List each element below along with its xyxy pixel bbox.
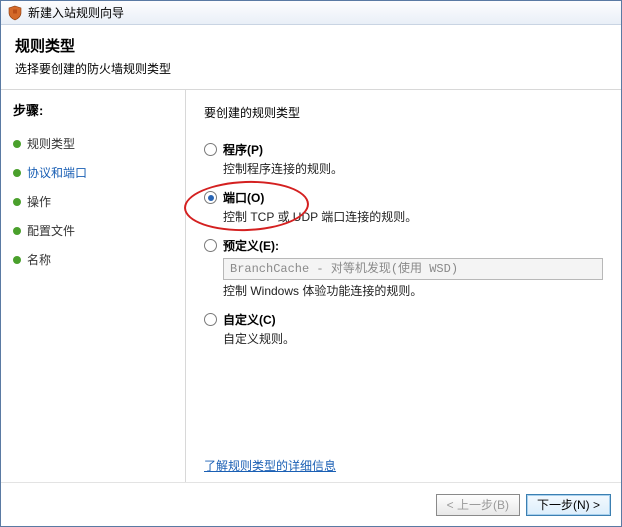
step-label: 操作 [27,193,51,210]
bullet-icon [13,169,21,177]
option-custom[interactable]: 自定义(C) 自定义规则。 [204,311,621,347]
page-title: 规则类型 [15,35,607,56]
step-label: 协议和端口 [27,164,87,181]
option-title: 预定义(E): [223,237,279,254]
bullet-icon [13,140,21,148]
radio-icon[interactable] [204,143,217,156]
option-desc: 控制 TCP 或 UDP 端口连接的规则。 [223,208,621,225]
step-profile[interactable]: 配置文件 [13,216,173,245]
window-title: 新建入站规则向导 [28,4,124,21]
wizard-window: 新建入站规则向导 规则类型 选择要创建的防火墙规则类型 步骤: 规则类型 协议和… [0,0,622,527]
option-desc: 控制 Windows 体验功能连接的规则。 [223,282,621,299]
options-group: 程序(P) 控制程序连接的规则。 端口(O) 控制 TCP 或 UDP 端口连接… [204,141,621,347]
content-panel: 要创建的规则类型 程序(P) 控制程序连接的规则。 端口(O) 控制 TCP [186,90,621,482]
body: 步骤: 规则类型 协议和端口 操作 配置文件 名称 要 [1,90,621,482]
bullet-icon [13,198,21,206]
steps-sidebar: 步骤: 规则类型 协议和端口 操作 配置文件 名称 [1,90,186,482]
step-name[interactable]: 名称 [13,245,173,274]
titlebar: 新建入站规则向导 [1,1,621,25]
page-subtitle: 选择要创建的防火墙规则类型 [15,60,607,77]
predefined-select[interactable]: BranchCache - 对等机发现(使用 WSD) [223,258,603,280]
bullet-icon [13,227,21,235]
step-label: 规则类型 [27,135,75,152]
learn-more-link[interactable]: 了解规则类型的详细信息 [204,459,336,473]
option-title: 程序(P) [223,141,263,158]
back-button[interactable]: < 上一步(B) [436,494,520,516]
option-program[interactable]: 程序(P) 控制程序连接的规则。 [204,141,621,177]
radio-icon[interactable] [204,239,217,252]
step-label: 名称 [27,251,51,268]
steps-heading: 步骤: [13,100,173,119]
step-rule-type[interactable]: 规则类型 [13,129,173,158]
step-action[interactable]: 操作 [13,187,173,216]
app-icon [7,5,23,21]
radio-icon[interactable] [204,313,217,326]
option-desc: 控制程序连接的规则。 [223,160,621,177]
option-title: 自定义(C) [223,311,276,328]
radio-icon[interactable] [204,191,217,204]
bullet-icon [13,256,21,264]
footer: < 上一步(B) 下一步(N) > [1,482,621,526]
learn-more-row: 了解规则类型的详细信息 [204,457,621,474]
option-predefined[interactable]: 预定义(E): BranchCache - 对等机发现(使用 WSD) 控制 W… [204,237,621,299]
option-title: 端口(O) [223,189,264,206]
option-desc: 自定义规则。 [223,330,621,347]
content-question: 要创建的规则类型 [204,104,621,121]
step-protocol-port[interactable]: 协议和端口 [13,158,173,187]
header: 规则类型 选择要创建的防火墙规则类型 [1,25,621,90]
next-button[interactable]: 下一步(N) > [526,494,611,516]
step-label: 配置文件 [27,222,75,239]
option-port[interactable]: 端口(O) 控制 TCP 或 UDP 端口连接的规则。 [204,189,621,225]
